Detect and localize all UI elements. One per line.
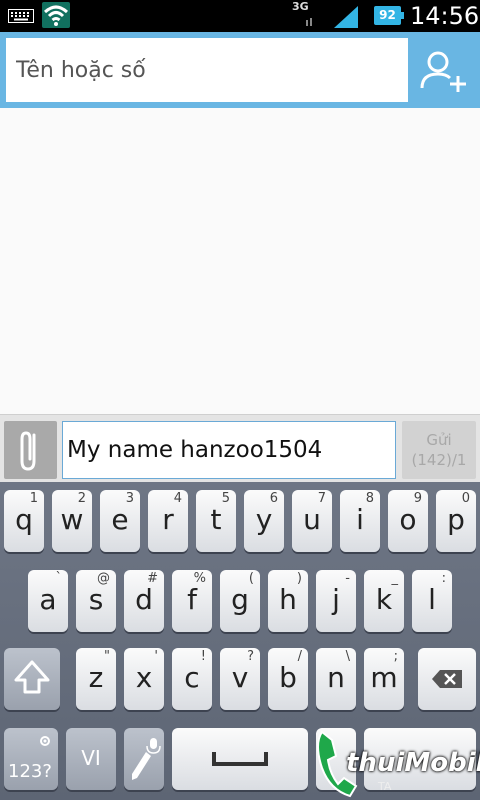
send-label: Gửi: [426, 431, 452, 449]
language-key[interactable]: VI: [66, 728, 116, 790]
space-bar-icon: [212, 752, 268, 766]
key-label: i: [356, 503, 364, 536]
send-button[interactable]: Gửi (142)/1: [402, 421, 476, 479]
key-n[interactable]: \ n: [316, 648, 356, 710]
key-label: d: [135, 583, 153, 616]
shift-arrow-icon: [14, 660, 50, 694]
key-label: n: [327, 661, 345, 694]
message-input[interactable]: [62, 421, 396, 479]
key-label: c: [184, 661, 200, 694]
key-o[interactable]: 9o: [388, 490, 428, 552]
key-label: k: [375, 583, 393, 616]
key-r[interactable]: 4r: [148, 490, 188, 552]
key-p[interactable]: 0p: [436, 490, 476, 552]
add-contact-button[interactable]: [414, 38, 474, 102]
pen-mic-icon: [132, 738, 161, 780]
key-label: t: [210, 503, 222, 536]
key-k[interactable]: _ k: [364, 570, 404, 632]
key-z[interactable]: " z: [76, 648, 116, 710]
key-l[interactable]: :l: [412, 570, 452, 632]
key-label: s: [88, 583, 104, 616]
key-label: g: [231, 583, 249, 616]
key-t[interactable]: 5t: [196, 490, 236, 552]
clock: 14:56: [410, 2, 480, 30]
add-contact-icon: [420, 51, 466, 92]
key-m[interactable]: ; m: [364, 648, 404, 710]
wifi-icon: [42, 2, 70, 28]
key-label: l: [428, 583, 436, 616]
key-label: o: [399, 503, 417, 536]
key-i[interactable]: 8i: [340, 490, 380, 552]
key-label: a: [39, 583, 57, 616]
backspace-icon: [432, 670, 462, 688]
symbols-label: 123?: [8, 761, 52, 782]
key-q[interactable]: 1q: [4, 490, 44, 552]
key-g[interactable]: (g: [220, 570, 260, 632]
key-label: u: [303, 503, 321, 536]
signal-icon: [306, 6, 358, 28]
key-label: h: [279, 583, 297, 616]
compose-bar: Gửi (142)/1: [0, 414, 480, 482]
key-b[interactable]: / b: [268, 648, 308, 710]
handwriting-key[interactable]: [124, 728, 164, 790]
key-label: v: [231, 661, 249, 694]
status-bar: 3G 92 14:56: [0, 0, 480, 32]
space-key[interactable]: [172, 728, 308, 790]
enter-key[interactable]: [364, 728, 476, 790]
key-label: y: [255, 503, 273, 536]
key-label: b: [279, 661, 297, 694]
key-label: w: [60, 503, 84, 536]
battery-level: 92: [379, 8, 396, 22]
recipient-input[interactable]: [6, 38, 408, 102]
keyboard: 1q 2w 3e 4r 5t 6y 7u 8i 9o 0p ` a @ s # d %…: [0, 482, 480, 800]
key-label: j: [332, 583, 340, 616]
key-label: z: [88, 661, 104, 694]
char-counter: (142)/1: [411, 451, 467, 469]
gear-icon: [40, 736, 50, 746]
keyboard-icon: [8, 9, 34, 23]
key-j[interactable]: -j: [316, 570, 356, 632]
paperclip-icon: [20, 431, 36, 471]
key-h[interactable]: ) h: [268, 570, 308, 632]
key-u[interactable]: 7u: [292, 490, 332, 552]
key-e[interactable]: 3e: [100, 490, 140, 552]
key-y[interactable]: 6y: [244, 490, 284, 552]
attach-button[interactable]: [4, 421, 57, 479]
key-label: f: [187, 583, 197, 616]
battery-icon: 92: [374, 6, 404, 25]
period-key[interactable]: [316, 728, 356, 790]
key-label: q: [15, 503, 33, 536]
key-d[interactable]: # d: [124, 570, 164, 632]
key-s[interactable]: @ s: [76, 570, 116, 632]
key-label: e: [111, 503, 129, 536]
language-label: VI: [81, 746, 101, 770]
key-label: r: [162, 503, 174, 536]
key-label: p: [447, 503, 465, 536]
key-x[interactable]: ' x: [124, 648, 164, 710]
shift-key[interactable]: [4, 648, 60, 710]
key-label: m: [370, 661, 398, 694]
key-label: x: [135, 661, 153, 694]
conversation-area: [0, 108, 480, 414]
key-c[interactable]: ! c: [172, 648, 212, 710]
backspace-key[interactable]: [418, 648, 476, 710]
key-v[interactable]: ? v: [220, 648, 260, 710]
key-w[interactable]: 2w: [52, 490, 92, 552]
recipient-bar: [0, 32, 480, 108]
key-a[interactable]: ` a: [28, 570, 68, 632]
symbols-key[interactable]: 123?: [4, 728, 58, 790]
key-f[interactable]: % f: [172, 570, 212, 632]
